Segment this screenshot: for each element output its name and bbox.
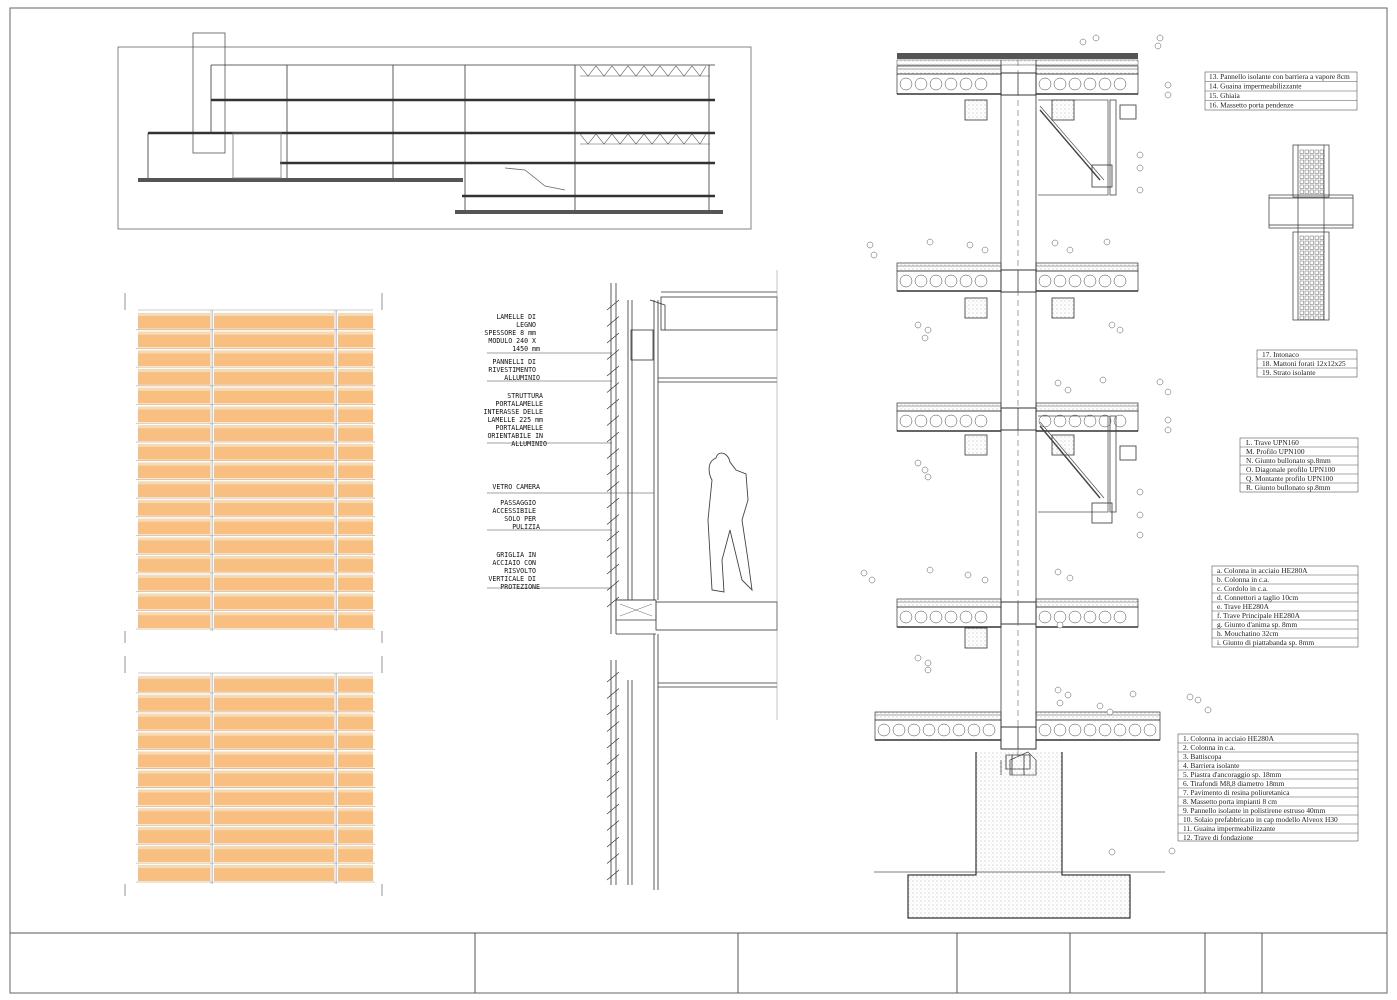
svg-text:2. Colonna in c.a.: 2. Colonna in c.a.	[1183, 743, 1235, 752]
svg-text:c. Cordolo in c.a.: c. Cordolo in c.a.	[1217, 584, 1268, 593]
svg-text:15. Ghiaia: 15. Ghiaia	[1209, 91, 1241, 100]
label-griglia: GRIGLIA IN ACCIAIO CON RISVOLTO VERTICAL…	[488, 551, 540, 591]
legend-roof: 13. Pannello isolante con barriera a vap…	[1204, 71, 1358, 111]
label-lamelle: LAMELLE DI LEGNO SPESSORE 8 mm MODULO 24…	[484, 313, 540, 353]
svg-text:10. Solaio prefabbricato in c: 10. Solaio prefabbricato in cap modello …	[1183, 815, 1338, 824]
svg-text:11. Guaina impermeabilizzante: 11. Guaina impermeabilizzante	[1183, 824, 1276, 833]
label-struttura: STRUTTURA PORTALAMELLE INTERASSE DELLE L…	[483, 392, 547, 448]
svg-text:13. Pannello isolante con bar: 13. Pannello isolante con barriera a vap…	[1209, 72, 1350, 81]
legend-foundation: 1. Colonna in acciaio HE280A 2. Colonna …	[1177, 733, 1359, 842]
label-vetro: VETRO CAMERA	[492, 483, 540, 491]
svg-text:N. Giunto bullonato sp.8mm: N. Giunto bullonato sp.8mm	[1246, 456, 1331, 465]
legend-wall: 17. Intonaco 18. Mattoni forati 12x12x25…	[1256, 349, 1358, 378]
label-pannelli: PANNELLI DI RIVESTIMENTO ALLUMINIO	[488, 358, 540, 382]
svg-text:g. Giunto d'anima sp. 8mm: g. Giunto d'anima sp. 8mm	[1217, 620, 1297, 629]
svg-text:17. Intonaco: 17. Intonaco	[1262, 350, 1299, 359]
svg-text:4. Barriera isolante: 4. Barriera isolante	[1183, 761, 1240, 770]
svg-text:e. Trave HE280A: e. Trave HE280A	[1217, 602, 1270, 611]
svg-text:12. Trave di fondazione: 12. Trave di fondazione	[1183, 833, 1254, 842]
lamella-panel-top	[124, 293, 383, 643]
svg-text:L. Trave UPN160: L. Trave UPN160	[1246, 438, 1299, 447]
svg-text:3. Battiscopa: 3. Battiscopa	[1183, 752, 1222, 761]
svg-text:R. Giunto bullonato sp.8mm: R. Giunto bullonato sp.8mm	[1246, 483, 1331, 492]
svg-text:14. Guaina impermeabilizzante: 14. Guaina impermeabilizzante	[1209, 82, 1302, 91]
legend-steel: a. Colonna in acciaio HE280A b. Colonna …	[1211, 565, 1359, 648]
structural-section	[860, 34, 1212, 919]
label-passaggio: PASSAGGIO ACCESSIBILE SOLO PER PULIZIA	[492, 499, 540, 531]
legend-profiles: L. Trave UPN160 M. Profilo UPN100 N. Giu…	[1239, 437, 1359, 493]
svg-text:d. Connettori a taglio 10cm: d. Connettori a taglio 10cm	[1217, 593, 1298, 602]
svg-text:19. Strato isolante: 19. Strato isolante	[1262, 368, 1316, 377]
svg-text:18. Mattoni forati 12x12x25: 18. Mattoni forati 12x12x25	[1262, 359, 1346, 368]
svg-text:h. Mouchatino 32cm: h. Mouchatino 32cm	[1217, 629, 1279, 638]
building-elevation	[117, 32, 752, 230]
svg-text:16. Massetto porta pendenze: 16. Massetto porta pendenze	[1209, 101, 1294, 110]
svg-text:M. Profilo UPN100: M. Profilo UPN100	[1246, 447, 1305, 456]
svg-text:6. Tirafondi M8,8 diametro 18: 6. Tirafondi M8,8 diametro 18mm	[1183, 779, 1285, 788]
svg-text:5. Piastra d'ancoraggio sp. 1: 5. Piastra d'ancoraggio sp. 18mm	[1183, 770, 1281, 779]
svg-text:1. Colonna in acciaio HE280A: 1. Colonna in acciaio HE280A	[1183, 734, 1275, 743]
title-block	[10, 932, 1387, 993]
drawing-sheet: LAMELLE DI LEGNO SPESSORE 8 mm MODULO 24…	[9, 7, 1388, 994]
svg-text:7. Pavimento di resina poliur: 7. Pavimento di resina poliuretanica	[1183, 788, 1290, 797]
svg-text:Q. Montante profilo UPN100: Q. Montante profilo UPN100	[1246, 474, 1333, 483]
svg-text:8. Massetto porta impianti 8: 8. Massetto porta impianti 8 cm	[1183, 797, 1277, 806]
svg-text:i. Giunto di piattabanda sp.: i. Giunto di piattabanda sp. 8mm	[1217, 638, 1314, 647]
facade-labels: LAMELLE DI LEGNO SPESSORE 8 mm MODULO 24…	[483, 313, 547, 591]
svg-text:9. Pannello isolante in polis: 9. Pannello isolante in polistirene estr…	[1183, 806, 1326, 815]
svg-text:f. Trave Principale HE280A: f. Trave Principale HE280A	[1217, 611, 1301, 620]
svg-text:O. Diagonale profilo UPN100: O. Diagonale profilo UPN100	[1246, 465, 1335, 474]
svg-text:b. Colonna in c.a.: b. Colonna in c.a.	[1217, 575, 1269, 584]
svg-text:a. Colonna in acciaio HE280A: a. Colonna in acciaio HE280A	[1217, 566, 1308, 575]
lamella-panel-bottom	[124, 656, 383, 896]
legends: 13. Pannello isolante con barriera a vap…	[1177, 71, 1359, 842]
wall-detail	[1268, 144, 1354, 321]
